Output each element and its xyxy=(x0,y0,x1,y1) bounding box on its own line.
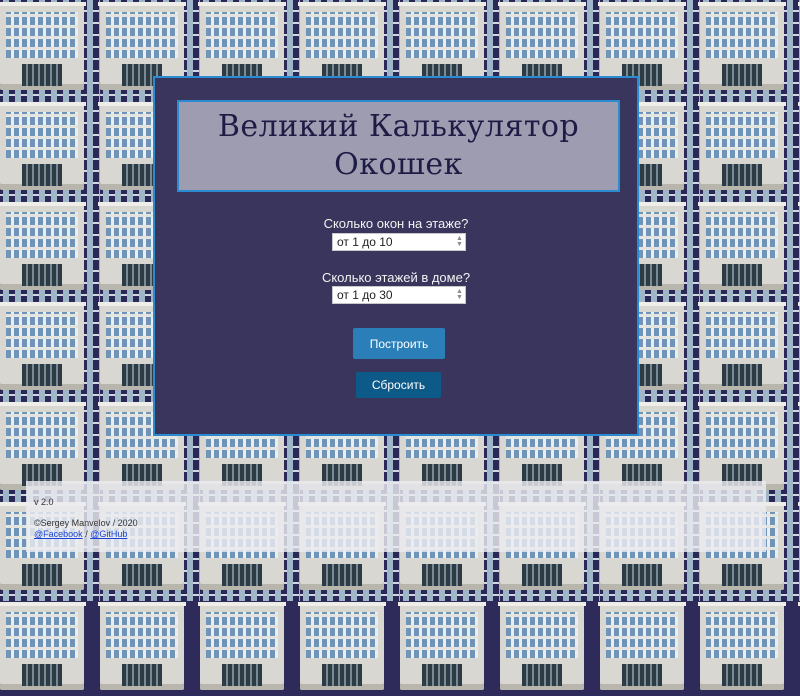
office-building-icon xyxy=(492,596,592,696)
office-building-icon xyxy=(792,0,800,96)
office-building-icon xyxy=(792,396,800,496)
build-button[interactable]: Построить xyxy=(353,328,445,359)
copyright-text: ©Sergey Manvelov / 2020 xyxy=(34,518,138,528)
floors-placeholder: от 1 до 30 xyxy=(337,288,393,302)
office-building-icon xyxy=(0,296,92,396)
stepper-icon[interactable]: ▲ ▼ xyxy=(456,288,463,301)
reset-button[interactable]: Сбросить xyxy=(356,372,441,398)
office-building-icon xyxy=(792,96,800,196)
floor-windows-placeholder: от 1 до 10 xyxy=(337,235,393,249)
office-building-icon xyxy=(292,596,392,696)
calculator-panel: Великий Калькулятор Окошек Сколько окон … xyxy=(153,76,639,436)
github-link[interactable]: @GitHub xyxy=(90,529,127,539)
office-building-icon xyxy=(0,196,92,296)
office-building-icon xyxy=(692,596,792,696)
title-box: Великий Калькулятор Окошек xyxy=(177,100,620,192)
office-building-icon xyxy=(692,196,792,296)
office-building-icon xyxy=(0,0,92,96)
footer-links: @Facebook / @GitHub xyxy=(34,529,127,539)
office-building-icon xyxy=(0,596,92,696)
footer: v 2.0 ©Sergey Manvelov / 2020 @Facebook … xyxy=(26,481,766,552)
version-text: v 2.0 xyxy=(34,497,54,507)
floor-windows-label: Сколько окон на этаже? xyxy=(323,216,469,231)
office-building-icon xyxy=(92,596,192,696)
stepper-icon[interactable]: ▲ ▼ xyxy=(456,235,463,248)
floors-input[interactable]: от 1 до 30 ▲ ▼ xyxy=(332,286,466,304)
facebook-link[interactable]: @Facebook xyxy=(34,529,83,539)
office-building-icon xyxy=(0,96,92,196)
page-title: Великий Калькулятор Окошек xyxy=(217,109,580,182)
floors-label: Сколько этажей в доме? xyxy=(321,270,471,285)
office-building-icon xyxy=(792,296,800,396)
office-building-icon xyxy=(792,196,800,296)
office-building-icon xyxy=(692,96,792,196)
link-separator: / xyxy=(85,529,88,539)
office-building-icon xyxy=(692,0,792,96)
office-building-icon xyxy=(792,596,800,696)
office-building-icon xyxy=(392,596,492,696)
office-building-icon xyxy=(692,296,792,396)
office-building-icon xyxy=(592,596,692,696)
office-building-icon xyxy=(192,596,292,696)
floor-windows-input[interactable]: от 1 до 10 ▲ ▼ xyxy=(332,233,466,251)
office-building-icon xyxy=(792,496,800,596)
